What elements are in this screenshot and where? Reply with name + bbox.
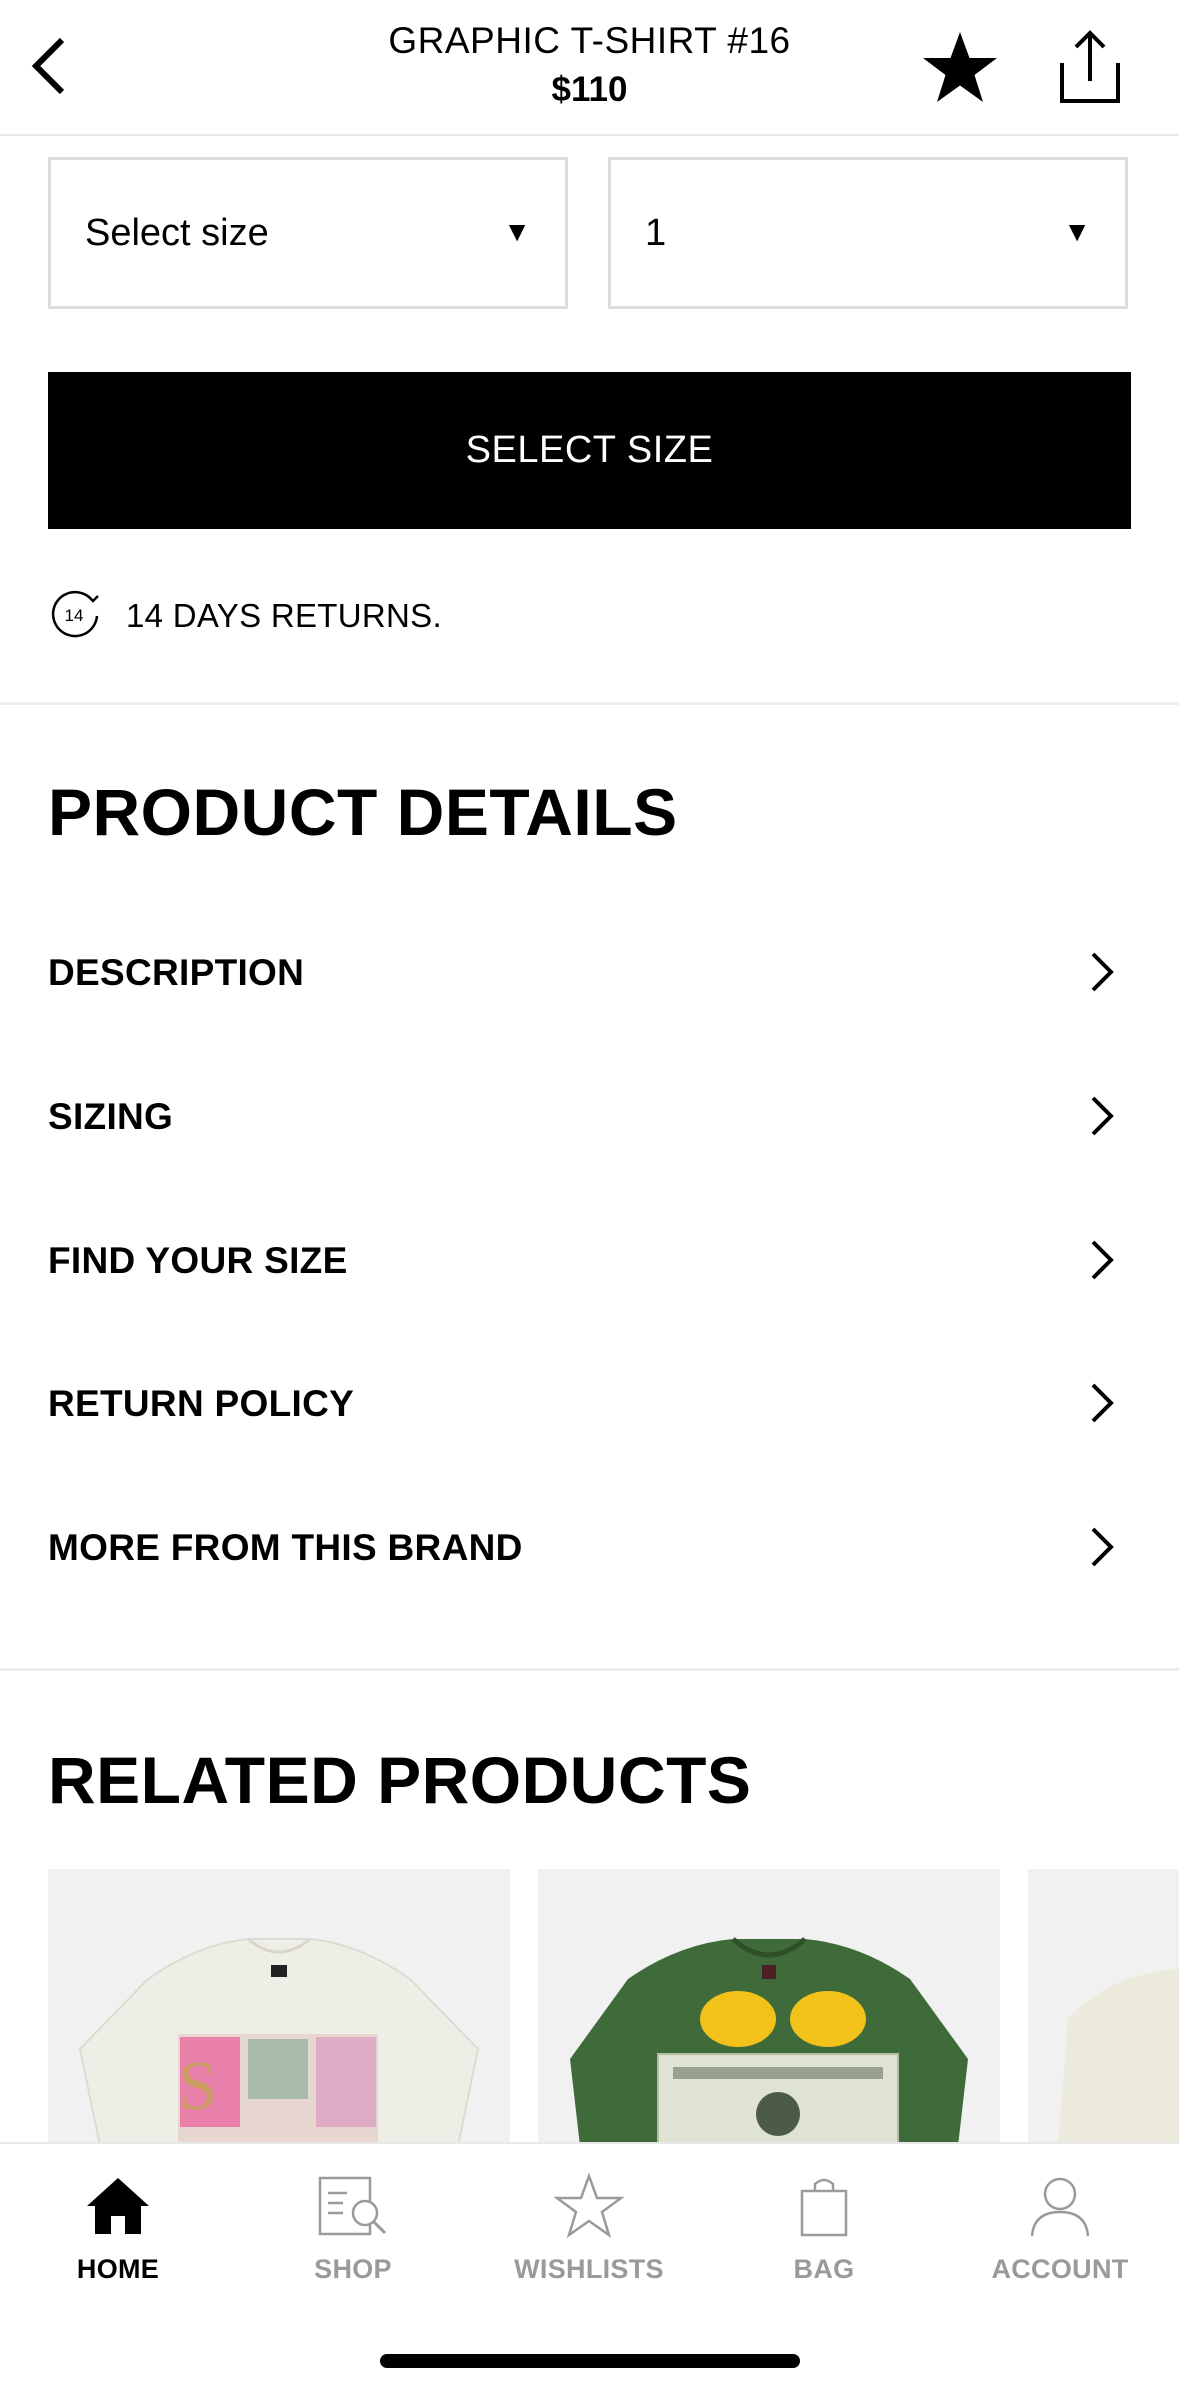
chevron-right-icon: [1091, 1240, 1114, 1280]
account-icon: [1020, 2170, 1100, 2242]
related-product-card[interactable]: [1028, 1869, 1179, 2146]
details-item-return-policy[interactable]: RETURN POLICY: [0, 1343, 1179, 1463]
tab-account[interactable]: ACCOUNT: [960, 2170, 1160, 2300]
tab-label: HOME: [76, 2254, 160, 2284]
tab-label: WISHLISTS: [514, 2254, 664, 2284]
svg-text:S: S: [178, 2048, 217, 2125]
details-item-label: DESCRIPTION: [48, 952, 305, 993]
related-products-title: RELATED PRODUCTS: [48, 1743, 752, 1817]
quantity-select-value: 1: [645, 212, 667, 254]
details-item-more-from-brand[interactable]: MORE FROM THIS BRAND: [0, 1487, 1179, 1607]
tab-bag[interactable]: BAG: [724, 2170, 924, 2300]
chevron-right-icon: [1091, 1096, 1114, 1136]
home-indicator: [380, 2354, 800, 2368]
details-item-description[interactable]: DESCRIPTION: [0, 912, 1179, 1032]
chevron-right-icon: [1091, 1527, 1114, 1567]
size-select[interactable]: Select size ▼: [48, 157, 568, 309]
size-select-value: Select size: [85, 212, 269, 254]
product-image: S: [78, 1937, 480, 2146]
divider: [0, 1668, 1179, 1671]
details-item-label: SIZING: [48, 1096, 174, 1137]
product-price: $110: [551, 70, 628, 109]
product-image: [570, 1937, 968, 2146]
divider: [0, 702, 1179, 705]
triangle-down-icon: ▼: [503, 216, 531, 247]
related-product-card[interactable]: [538, 1869, 1000, 2146]
select-size-button[interactable]: SELECT SIZE: [48, 372, 1131, 529]
details-item-sizing[interactable]: SIZING: [0, 1056, 1179, 1176]
share-button[interactable]: [1050, 24, 1130, 110]
chevron-right-icon: [1091, 952, 1114, 992]
returns-14-days-icon: 14: [51, 590, 99, 638]
share-icon: [1060, 30, 1120, 103]
details-item-label: FIND YOUR SIZE: [48, 1240, 348, 1281]
star-outline-icon: [549, 2170, 629, 2242]
home-icon: [78, 2170, 158, 2242]
svg-text:14: 14: [65, 606, 84, 625]
shop-search-icon: [313, 2170, 393, 2242]
details-item-label: MORE FROM THIS BRAND: [48, 1527, 523, 1568]
bag-icon: [784, 2170, 864, 2242]
star-filled-icon: [923, 32, 997, 102]
tab-label: SHOP: [314, 2254, 392, 2284]
product-image: [1058, 1969, 1179, 2146]
related-product-card[interactable]: S: [48, 1869, 510, 2146]
tab-label: BAG: [793, 2254, 855, 2284]
returns-text: 14 DAYS RETURNS.: [126, 597, 442, 634]
chevron-right-icon: [1091, 1383, 1114, 1423]
details-item-find-your-size[interactable]: FIND YOUR SIZE: [0, 1200, 1179, 1320]
tab-wishlists[interactable]: WISHLISTS: [489, 2170, 689, 2300]
quantity-select[interactable]: 1 ▼: [608, 157, 1128, 309]
product-details-title: PRODUCT DETAILS: [48, 775, 678, 849]
product-title: GRAPHIC T-SHIRT #16: [388, 20, 791, 61]
tab-home[interactable]: HOME: [18, 2170, 218, 2300]
triangle-down-icon: ▼: [1063, 216, 1091, 247]
favorite-button[interactable]: [918, 28, 1002, 108]
tab-shop[interactable]: SHOP: [253, 2170, 453, 2300]
details-item-label: RETURN POLICY: [48, 1383, 355, 1424]
tab-label: ACCOUNT: [991, 2254, 1129, 2284]
